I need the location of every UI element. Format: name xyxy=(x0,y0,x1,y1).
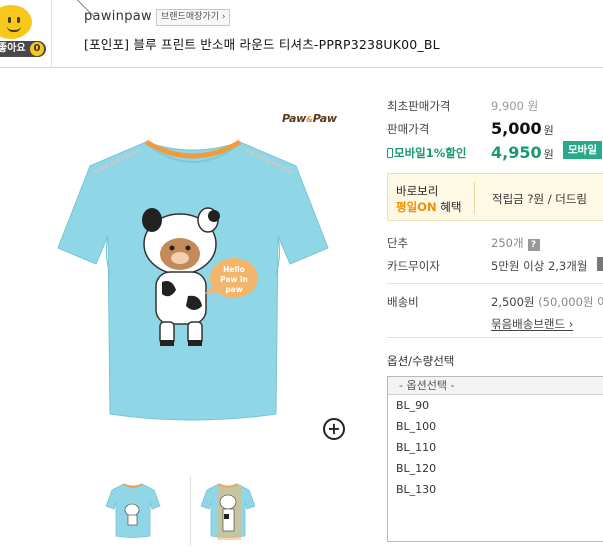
unit-value-group: 250개? xyxy=(491,235,540,251)
sale-price-currency: 원 xyxy=(543,124,554,137)
benefit-subtitle: 평일ON 혜택 xyxy=(396,200,462,214)
product-title: [포인포] 블루 프린트 반소매 라운드 티셔츠-PPRP3238UK00_BL xyxy=(84,37,440,52)
svg-text:Paw in: Paw in xyxy=(220,275,248,284)
svg-text:paw: paw xyxy=(225,285,242,294)
like-widget[interactable]: 좋아요 0 xyxy=(0,0,52,68)
benefit-title: 바로보리 xyxy=(396,184,439,198)
smiley-icon xyxy=(0,5,32,39)
option-select-list[interactable]: - 옵션선택 - BL_90 BL_100 BL_110 BL_120 BL_1… xyxy=(387,376,603,542)
original-price-value: 9,900 원 xyxy=(491,99,539,113)
installment-value: 5만원 이상 2,3개월 xyxy=(491,259,588,273)
option-placeholder[interactable]: - 옵션선택 - xyxy=(388,377,603,395)
brand-store-button[interactable]: 브랜드매장가기 › xyxy=(156,9,231,26)
mobile-discount-label: 모바일1%할인 xyxy=(387,145,466,161)
brand-name[interactable]: pawinpaw xyxy=(84,9,152,24)
sale-price-value: 5,000 xyxy=(491,119,542,138)
sale-price-label: 판매가격 xyxy=(387,122,430,136)
benefit-box: 바로보리 평일ON 혜택 적립금 ?원 / 더드림 xyxy=(387,173,603,221)
brand-logo: Paw&Paw xyxy=(282,112,337,125)
like-label: 좋아요 xyxy=(0,43,26,54)
thumbnail-front[interactable] xyxy=(98,476,168,546)
original-price-label: 최초판매가격 xyxy=(387,99,451,113)
option-item[interactable]: BL_130 xyxy=(388,479,603,500)
option-item[interactable]: BL_100 xyxy=(388,416,603,437)
mobile-button[interactable]: 모바일 xyxy=(563,141,602,159)
thumbnail-detail[interactable] xyxy=(190,476,260,546)
mobile-phone-icon xyxy=(387,148,393,158)
card-info-icon[interactable] xyxy=(597,257,603,271)
installment-label: 카드무이자 xyxy=(387,259,440,273)
thumbnail-strip xyxy=(0,476,360,548)
zoom-icon[interactable]: + xyxy=(323,418,345,440)
mobile-price-group: 4,950 원 xyxy=(491,143,554,162)
shipping-value-group: 2,500원 (50,000원 이 xyxy=(491,295,603,309)
product-header: 좋아요 0 pawinpaw 브랜드매장가기 › [포인포] 블루 프린트 반소… xyxy=(0,0,603,68)
details-divider xyxy=(387,283,603,284)
option-item[interactable]: BL_110 xyxy=(388,437,603,458)
mobile-price-currency: 원 xyxy=(543,148,554,161)
like-button[interactable]: 좋아요 0 xyxy=(0,41,46,57)
mobile-price-value: 4,950 xyxy=(491,143,542,162)
benefit-points[interactable]: 적립금 ?원 / 더드림 xyxy=(492,191,587,207)
svg-text:Hello: Hello xyxy=(223,265,245,274)
shipping-label: 배송비 xyxy=(387,295,419,309)
option-item[interactable]: BL_120 xyxy=(388,458,603,479)
bundle-shipping-link[interactable]: 묶음배송브랜드 › xyxy=(491,316,573,332)
sale-price-group: 5,000 원 xyxy=(491,119,554,138)
benefit-divider xyxy=(474,182,475,214)
option-item[interactable]: BL_90 xyxy=(388,395,603,416)
option-section-title: 옵션/수량선택 xyxy=(387,354,455,368)
like-count: 0 xyxy=(30,42,44,56)
help-icon[interactable]: ? xyxy=(527,239,540,251)
unit-label: 단추 xyxy=(387,236,409,250)
main-product-image[interactable]: Hello Paw in paw xyxy=(28,96,358,436)
shipping-divider xyxy=(387,337,603,338)
